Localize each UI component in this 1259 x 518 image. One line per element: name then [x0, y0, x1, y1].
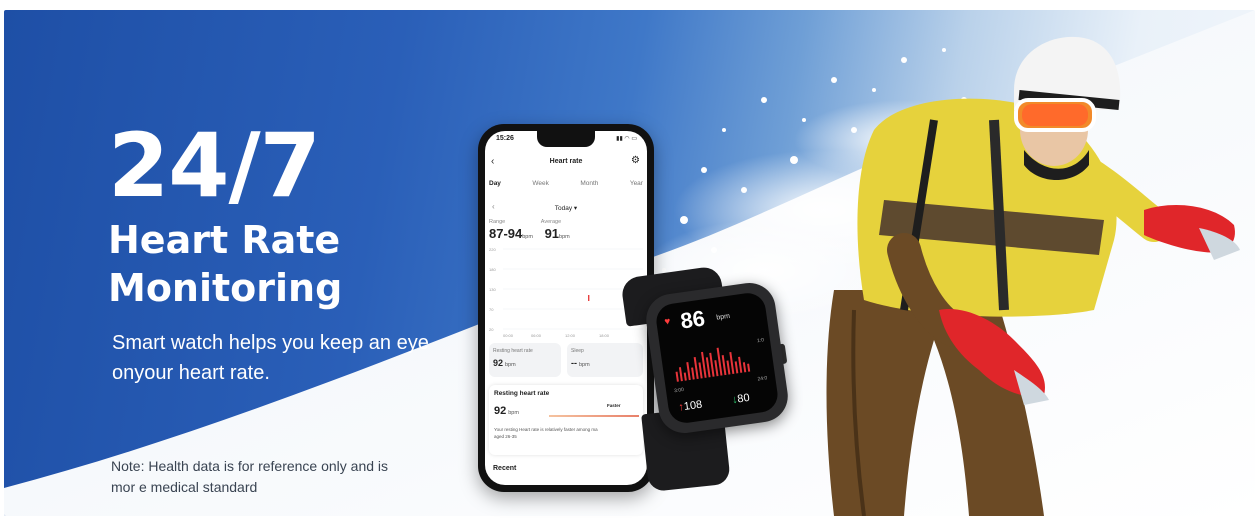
note-line-2: mor e medical standard — [111, 479, 258, 495]
recent-label: Recent — [493, 465, 517, 472]
rhr-gauge-bar — [549, 415, 639, 417]
average-value: 91 — [544, 226, 560, 241]
resting-hr-card-unit: bpm — [504, 362, 516, 368]
resting-hr-detail-card[interactable]: Resting heart rate 92 bpm Faster Your re… — [489, 385, 643, 455]
watch-bpm-unit: bpm — [715, 312, 731, 322]
watch-min-value: 80 — [736, 391, 751, 406]
average-unit: bpm — [559, 234, 570, 240]
watch-time-right: 24:0 — [757, 375, 768, 383]
date-selector: ‹ Today ▾ — [485, 201, 647, 215]
heart-icon: ♥ — [663, 316, 672, 328]
y-tick-130: 130 — [489, 287, 496, 292]
range-unit: bpm — [522, 234, 533, 240]
subtitle-line-2: onyour heart rate. — [112, 362, 270, 384]
resting-hr-card-value: 92 — [493, 358, 504, 368]
smartwatch: ♥ 86 bpm 1:0 3:00 24:0 ↑108 ↓80 — [642, 279, 792, 437]
tab-month[interactable]: Month — [580, 180, 598, 187]
watch-screen: ♥ 86 bpm 1:0 3:00 24:0 ↑108 ↓80 — [654, 290, 780, 426]
gear-icon[interactable]: ⚙ — [631, 155, 640, 166]
subtitle: Smart watch helps you keep an eye onyour… — [112, 328, 472, 388]
rhr-value-row: 92 bpm — [494, 405, 519, 417]
tab-day[interactable]: Day — [489, 180, 501, 187]
date-label[interactable]: Today ▾ — [485, 204, 647, 212]
x-tick-0000: 00:00 — [503, 333, 514, 338]
headline: 24/7 Heart Rate Monitoring — [108, 116, 342, 312]
watch-bpm-value: 86 — [678, 305, 707, 334]
disclaimer-note: Note: Health data is for reference only … — [111, 456, 451, 498]
sleep-hr-card[interactable]: Sleep -- bpm — [567, 343, 643, 377]
watch-min: ↓80 — [731, 392, 750, 406]
watch-time-left: 3:00 — [673, 386, 685, 395]
y-tick-180: 180 — [489, 267, 496, 272]
phone-notch — [537, 131, 595, 147]
range-label: Range — [489, 219, 506, 225]
rhr-desc-line-1: Your resting Heart rate is relatively fa… — [494, 427, 598, 432]
x-tick-1200: 12:00 — [565, 333, 576, 338]
rhr-desc-line-2: aged 26-35 — [494, 434, 517, 439]
phone-screen: 15:26 ▮▮ ◠ ▭ ‹ Heart rate ⚙ Day Week Mon… — [485, 131, 647, 485]
screen-title: Heart rate — [549, 158, 583, 165]
y-tick-220: 220 — [489, 247, 496, 252]
note-line-1: Note: Health data is for reference only … — [111, 458, 389, 474]
status-time: 15:26 — [496, 135, 514, 142]
sleep-hr-card-value: -- — [571, 358, 577, 368]
average-label: Average — [540, 219, 562, 225]
watch-max: ↑108 — [678, 399, 703, 414]
watch-max-value: 108 — [683, 398, 704, 414]
rhr-value: 92 — [494, 405, 507, 417]
period-tabs: Day Week Month Year — [489, 180, 643, 187]
x-tick-1800: 18:00 — [599, 333, 610, 338]
y-tick-20: 20 — [489, 327, 494, 332]
stat-labels: Range Average — [489, 219, 561, 225]
chart-bar — [588, 295, 590, 301]
rhr-faster-label: Faster — [607, 403, 621, 408]
headline-line-2: Monitoring — [108, 266, 343, 310]
sleep-hr-card-unit: bpm — [578, 362, 590, 368]
stat-values: 87-94bpm 91bpm — [489, 226, 570, 241]
signal-wifi-battery-icon: ▮▮ ◠ ▭ — [616, 136, 637, 142]
resting-hr-card[interactable]: Resting heart rate 92 bpm — [489, 343, 561, 377]
sleep-hr-card-value-row: -- bpm — [571, 358, 590, 368]
tab-year[interactable]: Year — [630, 180, 643, 187]
resting-hr-card-value-row: 92 bpm — [493, 358, 516, 368]
watch-hr-bars — [675, 347, 751, 382]
x-tick-0600: 06:00 — [531, 333, 542, 338]
range-value: 87-94 — [489, 226, 523, 241]
y-tick-70: 70 — [489, 307, 494, 312]
headline-line-1: Heart Rate — [108, 218, 341, 262]
heart-rate-day-chart: 220 180 130 70 20 00:00 06:00 12:00 18:0… — [489, 247, 643, 338]
subtitle-line-1: Smart watch helps you keep an eye — [112, 332, 429, 354]
sleep-hr-card-label: Sleep — [571, 348, 584, 354]
rhr-title: Resting heart rate — [494, 390, 550, 397]
tab-week[interactable]: Week — [532, 180, 549, 187]
resting-hr-card-label: Resting heart rate — [493, 348, 533, 354]
headline-big: 24/7 — [108, 114, 321, 217]
rhr-unit: bpm — [508, 410, 519, 416]
